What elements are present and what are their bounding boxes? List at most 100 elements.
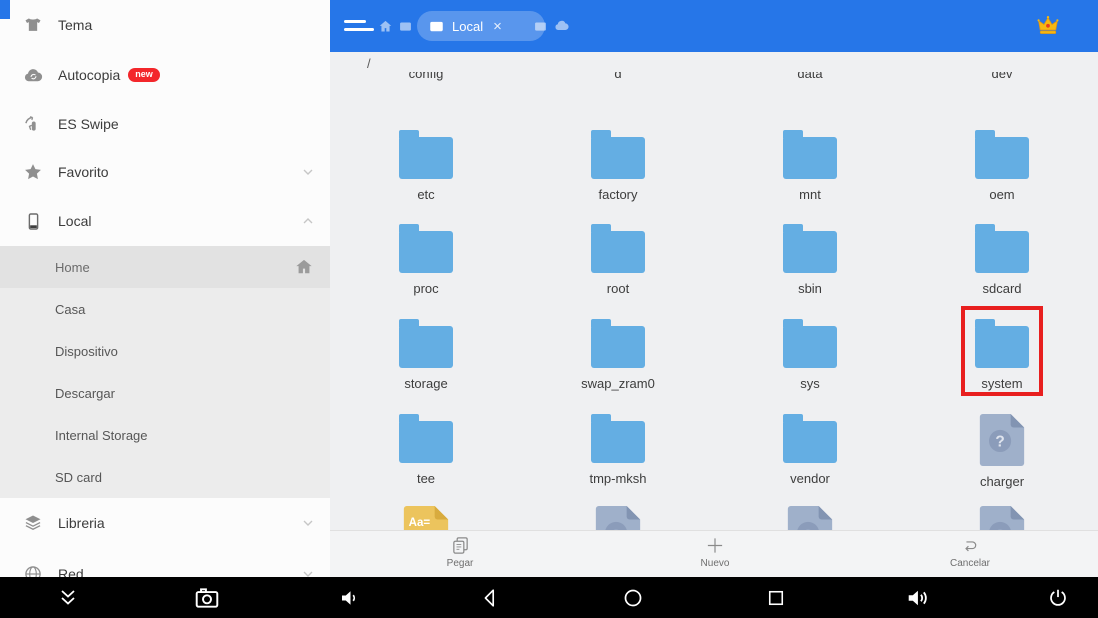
grid-item-storage[interactable]: storage [330,317,522,391]
new-label: Nuevo [700,558,730,569]
grid-item-label: charger [979,474,1025,489]
grid-item-tee[interactable]: tee [330,412,522,489]
grid-item-sys[interactable]: sys [714,317,906,391]
folder-icon [783,130,837,179]
sidebar-item-autocopia[interactable]: Autocopia new [0,50,330,100]
recents-icon[interactable] [766,588,786,608]
chevron-up-icon [300,213,316,229]
grid-item-partial[interactable]: config [330,72,522,86]
sidebar-item-home[interactable]: Home [0,246,330,288]
grid-item-label: sys [800,376,820,391]
window-tab-icon[interactable] [399,0,412,52]
grid-row: etc factory mnt oem [330,128,1098,202]
sidebar-item-label: ES Swipe [58,116,119,132]
volume-down-icon[interactable] [338,586,362,610]
sidebar: Tema Autocopia new ES Swipe Favorito Loc… [0,0,330,582]
sidebar-subitem-label: Dispositivo [55,343,118,359]
grid-item-label: sbin [798,281,822,296]
home-circle-icon[interactable] [622,587,644,609]
grid-item-charger[interactable]: ? charger [906,412,1098,489]
question-glyph: ? [995,433,1004,450]
power-icon[interactable] [1047,587,1069,609]
menu-icon[interactable] [344,18,376,34]
grid-item-file[interactable] [522,504,714,530]
paste-icon [451,536,470,555]
sidebar-subitem-label: Internal Storage [55,427,148,443]
back-icon[interactable] [479,587,501,609]
sidebar-item-favorito[interactable]: Favorito [0,148,330,196]
sidebar-item-local[interactable]: Local [0,196,330,246]
cancel-label: Cancelar [949,558,991,569]
active-tab-local[interactable]: Local × [417,11,545,41]
sidebar-subitem-label: Descargar [55,385,115,401]
grid-item-partial[interactable]: dev [906,72,1098,86]
grid-item-mnt[interactable]: mnt [714,128,906,202]
window-tab-icon[interactable] [534,0,547,52]
screenshot-camera-icon[interactable] [194,585,220,611]
new-button[interactable]: Nuevo [655,536,775,569]
grid-item-sdcard[interactable]: sdcard [906,222,1098,296]
grid-item-sbin[interactable]: sbin [714,222,906,296]
active-tab-label: Local [452,18,484,34]
cancel-button[interactable]: Cancelar [910,536,1030,569]
swipe-gesture-icon [22,113,44,135]
sidebar-item-internal-storage[interactable]: Internal Storage [0,414,330,456]
crown-premium-icon[interactable] [1036,14,1060,38]
sidebar-item-label: Local [58,213,92,229]
folder-icon [399,319,453,368]
grid-item-root[interactable]: root [522,222,714,296]
star-icon [22,161,44,183]
volume-up-icon[interactable] [906,585,932,611]
grid-item-label: tmp-mksh [589,471,647,486]
sidebar-item-tema[interactable]: Tema [0,0,330,50]
corner-artifact [0,0,10,19]
grid-item-vendor[interactable]: vendor [714,412,906,489]
home-tab-icon[interactable] [378,0,393,52]
sidebar-item-sd-card[interactable]: SD card [0,456,330,498]
grid-item-factory[interactable]: factory [522,128,714,202]
sidebar-item-label: Autocopia [58,67,121,83]
grid-item-tmp-mksh[interactable]: tmp-mksh [522,412,714,489]
grid-item-label: vendor [790,471,830,486]
window-tab-icon [429,19,444,34]
sidebar-item-label: Libreria [58,515,105,531]
tshirt-icon [22,14,44,36]
sidebar-item-es-swipe[interactable]: ES Swipe [0,100,330,148]
plus-icon [704,536,726,555]
folder-icon [399,414,453,463]
folder-icon [591,414,645,463]
paste-button[interactable]: Pegar [400,536,520,569]
new-badge: new [128,68,160,82]
grid-item-label: tee [416,471,436,486]
undo-arrow-icon [959,536,981,555]
grid-item-oem[interactable]: oem [906,128,1098,202]
grid-item-proc[interactable]: proc [330,222,522,296]
sidebar-item-label: Tema [58,17,93,33]
sidebar-item-casa[interactable]: Casa [0,288,330,330]
sidebar-subitem-label: Home [55,259,90,275]
grid-item-file[interactable] [714,504,906,530]
grid-item-partial[interactable]: d [522,72,714,86]
folder-icon [783,224,837,273]
sidebar-item-libreria[interactable]: Libreria [0,498,330,548]
sidebar-item-dispositivo[interactable]: Dispositivo [0,330,330,372]
hide-bar-icon[interactable] [56,586,80,610]
folder-icon [591,319,645,368]
grid-item-label: root [606,281,630,296]
grid-item-font-file[interactable]: Aa= [330,504,522,530]
grid-item-file[interactable] [906,504,1098,530]
chevron-down-icon [300,164,316,180]
screen: Tema Autocopia new ES Swipe Favorito Loc… [0,0,1098,618]
current-path: / [367,56,371,71]
font-glyph: Aa= [409,517,431,529]
grid-item-swap-zram0[interactable]: swap_zram0 [522,317,714,391]
cloud-tab-icon[interactable] [554,0,570,52]
grid-item-etc[interactable]: etc [330,128,522,202]
local-submenu: Home Casa Dispositivo Descargar Internal… [0,246,330,498]
topbar: Local × [330,0,1098,52]
grid-item-label: proc [413,281,439,296]
sidebar-item-descargar[interactable]: Descargar [0,372,330,414]
android-navbar [0,577,1098,618]
close-tab-icon[interactable]: × [493,19,502,34]
grid-item-partial[interactable]: data [714,72,906,86]
